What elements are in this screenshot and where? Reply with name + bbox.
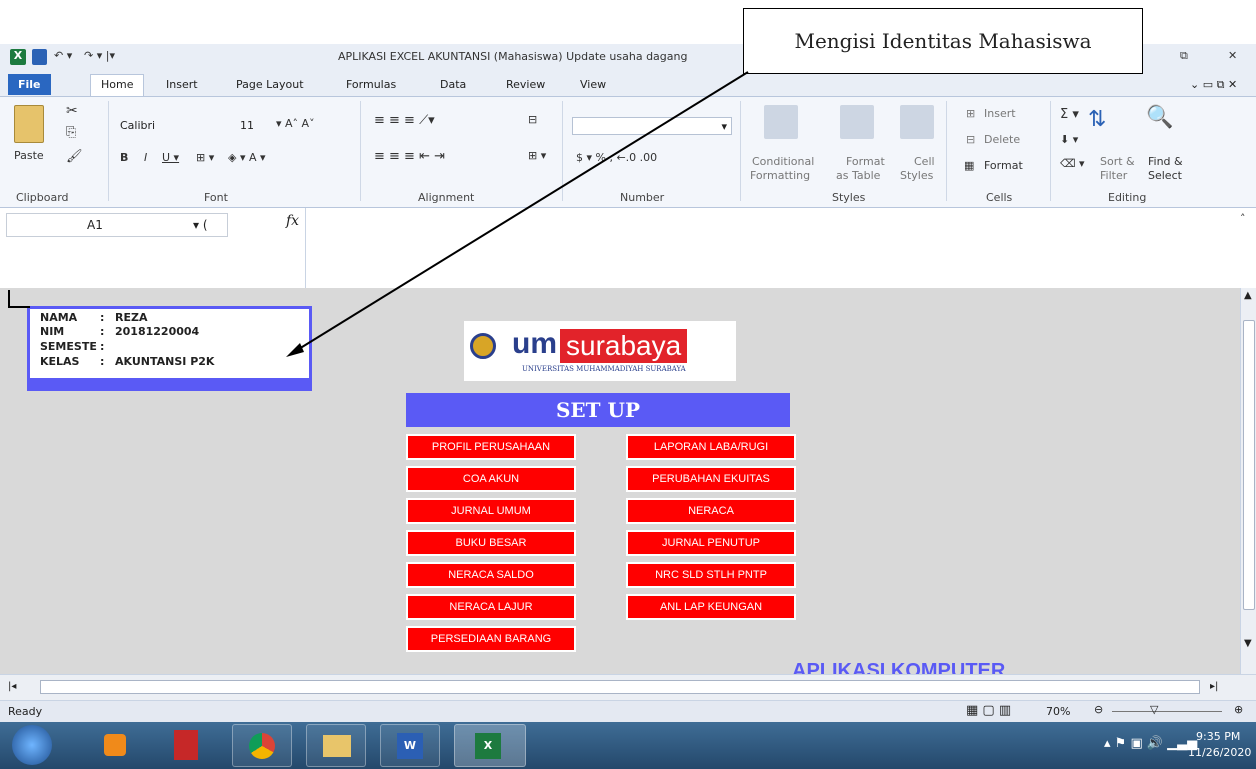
callout-arrow-line [293,71,749,353]
callout-arrow [286,71,749,357]
callout-arrow-head [286,343,304,357]
